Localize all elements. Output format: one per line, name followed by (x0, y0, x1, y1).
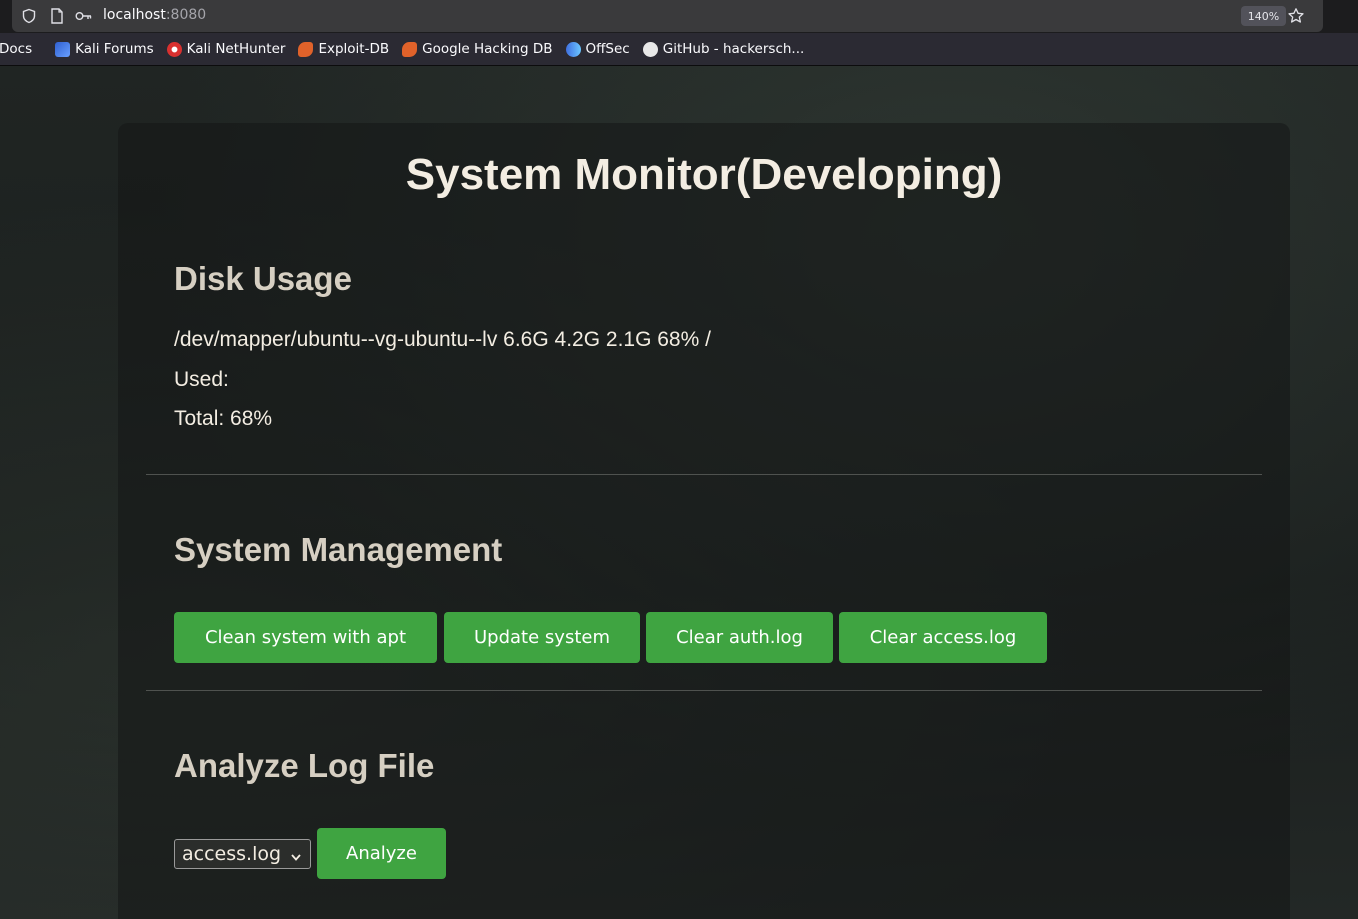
bookmark-label: Kali Forums (75, 41, 154, 57)
clean-system-button[interactable]: Clean system with apt (174, 612, 437, 663)
update-system-button[interactable]: Update system (444, 612, 640, 663)
shield-icon[interactable] (20, 7, 38, 25)
github-icon (642, 41, 658, 57)
exploit-db-icon (298, 41, 314, 57)
bookmark-label: Google Hacking DB (422, 41, 553, 57)
bookmark-exploit-db[interactable]: Exploit-DB (298, 41, 389, 57)
divider (146, 690, 1262, 691)
divider (146, 474, 1262, 475)
clear-access-log-button[interactable]: Clear access.log (839, 612, 1047, 663)
bookmark-star-icon[interactable] (1286, 6, 1306, 26)
bookmark-label: OffSec (585, 41, 630, 57)
bookmark-github[interactable]: GitHub - hackersch... (642, 41, 805, 57)
analyze-button[interactable]: Analyze (317, 828, 446, 879)
bookmark-label: Docs (0, 41, 33, 57)
clear-auth-log-button[interactable]: Clear auth.log (646, 612, 833, 663)
zoom-badge[interactable]: 140% (1241, 6, 1286, 26)
url-bar[interactable]: localhost:8080 140% (12, 0, 1323, 32)
kali-forums-icon (55, 41, 71, 57)
offsec-icon (565, 41, 581, 57)
content-panel (118, 123, 1290, 919)
key-icon[interactable] (75, 7, 93, 25)
browser-toolbar: localhost:8080 140% (0, 0, 1358, 33)
bookmark-label: Kali NetHunter (186, 41, 286, 57)
bookmark-label: GitHub - hackersch... (662, 41, 805, 57)
system-management-heading: System Management (174, 531, 503, 568)
chevron-down-icon (289, 847, 303, 861)
bookmark-kali-forums[interactable]: Kali Forums (55, 41, 154, 57)
bookmark-offsec[interactable]: OffSec (565, 41, 630, 57)
bookmark-kali-nethunter[interactable]: Kali NetHunter (166, 41, 286, 57)
disk-total-label: Total: 68% (174, 407, 273, 430)
disk-used-label: Used: (174, 368, 229, 391)
kali-nethunter-icon (166, 41, 182, 57)
analyze-log-heading: Analyze Log File (174, 747, 435, 784)
url-port: :8080 (165, 7, 207, 23)
log-file-select-value: access.log (182, 843, 282, 865)
log-file-select[interactable]: access.log (174, 839, 311, 869)
bookmark-google-hacking-db[interactable]: Google Hacking DB (402, 41, 553, 57)
page-title: System Monitor(Developing) (405, 150, 1003, 199)
bookmark-docs[interactable]: Docs (0, 41, 32, 57)
disk-usage-line: /dev/mapper/ubuntu--vg-ubuntu--lv 6.6G 4… (174, 328, 711, 351)
bookmarks-toolbar: Docs Kali Forums Kali NetHunter Exploit-… (0, 33, 1358, 66)
bookmark-label: Exploit-DB (318, 41, 390, 57)
url-host: localhost (103, 7, 166, 23)
url-text[interactable]: localhost:8080 (103, 7, 206, 23)
page-icon[interactable] (48, 7, 66, 25)
disk-usage-heading: Disk Usage (174, 260, 352, 297)
google-hacking-db-icon (402, 41, 418, 57)
